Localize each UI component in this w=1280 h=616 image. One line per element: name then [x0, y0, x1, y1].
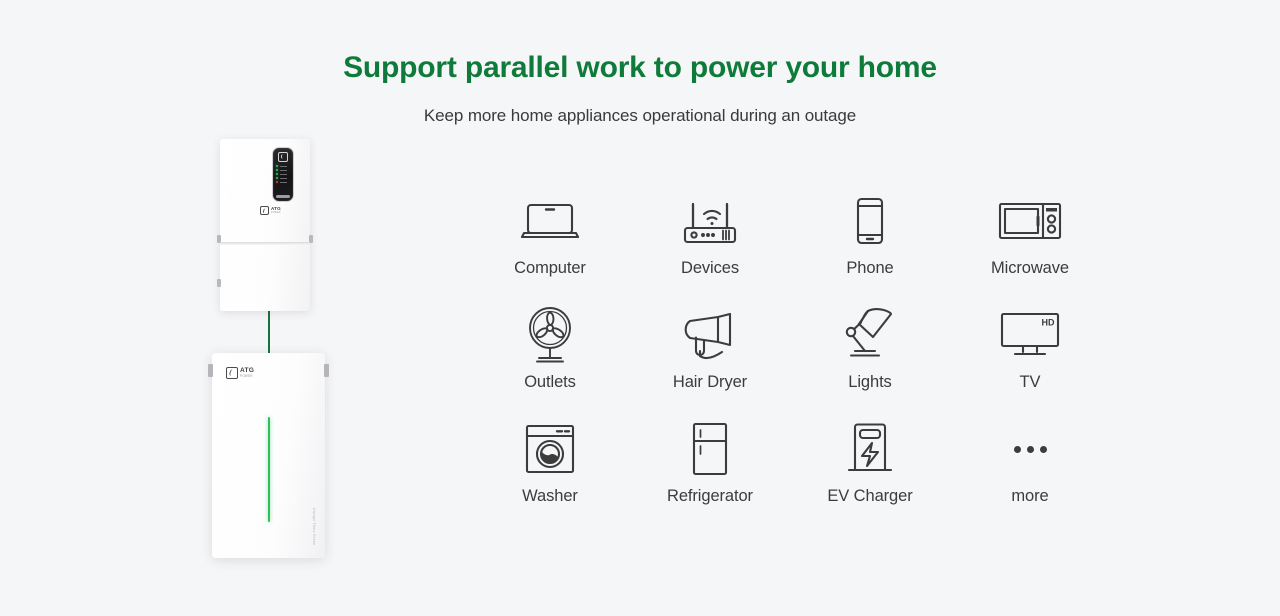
- hair-dryer-icon: [680, 304, 740, 366]
- appliance-label: Washer: [522, 487, 578, 505]
- status-led: [276, 177, 278, 179]
- page-subtitle: Keep more home appliances operational du…: [423, 106, 857, 125]
- appliance-grid: Computer Devices Phone Microwave Outlets…: [470, 190, 1110, 506]
- appliance-item-tv: HD TV: [950, 304, 1110, 392]
- television-icon: HD: [999, 304, 1061, 366]
- ellipsis-dot: [1026, 445, 1034, 453]
- status-led-row: [276, 165, 290, 167]
- smartphone-icon: [853, 190, 887, 252]
- appliance-item-hair-dryer: Hair Dryer: [630, 304, 790, 392]
- inverter-brand-logo: ATG POWER: [260, 206, 281, 215]
- inverter-mount-tab: [217, 279, 221, 287]
- status-led-grid: [276, 165, 290, 183]
- battery-led-strip: [268, 417, 270, 522]
- appliance-label: Microwave: [991, 259, 1069, 277]
- ev-charger-icon: [847, 418, 893, 480]
- atg-wordmark: ATG POWER: [240, 366, 255, 379]
- ellipsis-icon[interactable]: [1013, 418, 1047, 480]
- status-led-bar: [280, 173, 287, 175]
- appliance-label: EV Charger: [827, 487, 913, 505]
- tv-hd-badge: HD: [1042, 318, 1055, 328]
- alert-led: [276, 181, 278, 183]
- page-title: Support parallel work to power your home: [343, 51, 937, 85]
- status-led-row: [276, 181, 290, 183]
- appliance-item-computer: Computer: [470, 190, 630, 278]
- appliance-item-devices: Devices: [630, 190, 790, 278]
- inverter-display-panel: [272, 147, 294, 202]
- atg-brand-subtext: POWER: [271, 210, 281, 214]
- atg-brand-subtext: POWER: [240, 374, 253, 379]
- status-led: [276, 165, 278, 167]
- appliance-label: Lights: [848, 373, 892, 391]
- appliance-item-washer: Washer: [470, 418, 630, 506]
- appliance-item-more[interactable]: more: [950, 418, 1110, 506]
- appliance-label: Refrigerator: [667, 487, 753, 505]
- microwave-icon: [998, 190, 1062, 252]
- ellipsis-dot: [1039, 445, 1047, 453]
- appliance-item-lights: Lights: [790, 304, 950, 392]
- wifi-router-icon: [679, 190, 741, 252]
- battery-tagline: Always Think Green: [312, 507, 316, 546]
- status-led-row: [276, 169, 290, 171]
- appliance-item-microwave: Microwave: [950, 190, 1110, 278]
- fan-icon: [523, 304, 577, 366]
- appliance-label: TV: [1019, 373, 1041, 391]
- desk-lamp-icon: [841, 304, 899, 366]
- atg-logo-mark-icon: [260, 206, 269, 215]
- battery-mount-tab: [208, 364, 213, 377]
- appliance-label: Computer: [514, 259, 586, 277]
- battery-unit: ATG POWER Always Think Green: [208, 353, 329, 558]
- atg-brand-text: ATG: [240, 366, 255, 374]
- status-led-bar: [280, 169, 287, 171]
- atg-logo-mark-icon: [226, 367, 238, 379]
- washing-machine-icon: [524, 418, 576, 480]
- status-led-bar: [280, 181, 287, 183]
- appliance-label: more: [1011, 487, 1049, 505]
- appliance-item-ev-charger: EV Charger: [790, 418, 950, 506]
- appliance-item-phone: Phone: [790, 190, 950, 278]
- panel-brand-mark-icon: [278, 152, 288, 162]
- appliance-item-outlets: Outlets: [470, 304, 630, 392]
- status-led-bar: [280, 177, 287, 179]
- status-led-row: [276, 177, 290, 179]
- battery-brand-logo: ATG POWER: [226, 367, 254, 379]
- battery-mount-tab: [324, 364, 329, 377]
- inverter-seam: [220, 242, 310, 245]
- status-led-bar: [280, 165, 287, 167]
- status-led: [276, 173, 278, 175]
- status-led: [276, 169, 278, 171]
- inverter-unit: ATG POWER: [217, 139, 313, 311]
- promo-banner: Support parallel work to power your home…: [0, 0, 1280, 616]
- ellipsis-dot: [1013, 445, 1021, 453]
- status-led-row: [276, 173, 290, 175]
- atg-wordmark: ATG POWER: [271, 206, 281, 215]
- appliance-label: Outlets: [524, 373, 576, 391]
- laptop-icon: [520, 190, 580, 252]
- appliance-label: Hair Dryer: [672, 373, 748, 391]
- product-illustration: ATG POWER ATG POWER Always Think Green: [180, 130, 400, 570]
- appliance-item-refrigerator: Refrigerator: [630, 418, 790, 506]
- panel-button-strip: [276, 195, 290, 198]
- appliance-label: Phone: [846, 259, 894, 277]
- refrigerator-icon: [691, 418, 729, 480]
- appliance-label: Devices: [681, 259, 739, 277]
